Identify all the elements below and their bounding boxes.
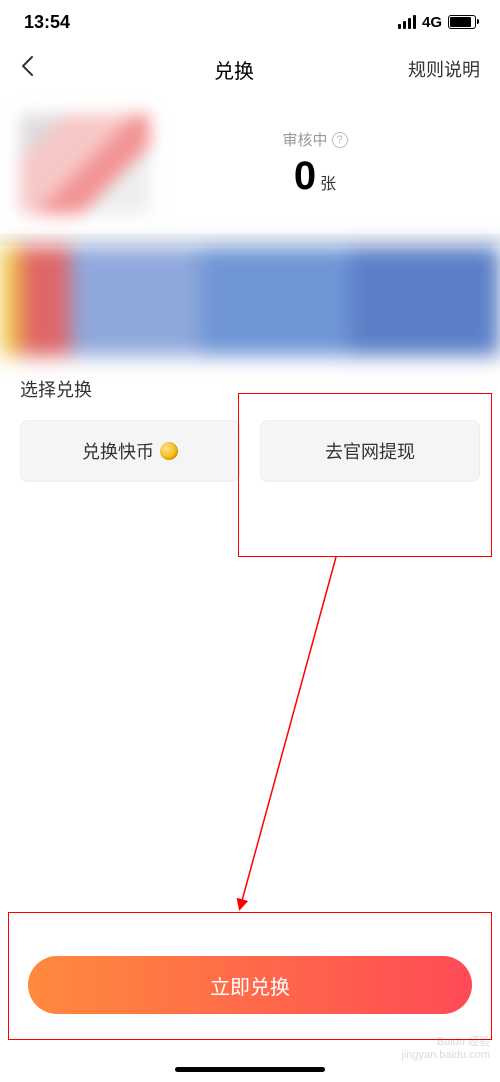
withdraw-button[interactable]: 去官网提现 bbox=[260, 420, 480, 482]
status-right: 4G bbox=[398, 14, 476, 31]
ticket-count: 0 bbox=[294, 154, 316, 199]
exchange-section: 选择兑换 兑换快币 去官网提现 bbox=[0, 356, 500, 502]
signal-icon bbox=[398, 15, 416, 29]
watermark: Baidu 经验 jingyan.baidu.com bbox=[401, 1036, 490, 1062]
coin-icon bbox=[160, 442, 178, 460]
status-time: 13:54 bbox=[24, 12, 70, 33]
watermark-line2: jingyan.baidu.com bbox=[401, 1049, 490, 1062]
watermark-line1: Baidu 经验 bbox=[401, 1036, 490, 1049]
ticket-unit: 张 bbox=[320, 170, 336, 194]
withdraw-label: 去官网提现 bbox=[325, 438, 415, 464]
battery-icon bbox=[448, 15, 476, 29]
account-stats: 审核中 ? 0 张 bbox=[150, 129, 480, 199]
home-indicator bbox=[175, 1067, 325, 1072]
exchange-now-button[interactable]: 立即兑换 bbox=[28, 956, 472, 1014]
rules-link[interactable]: 规则说明 bbox=[408, 56, 480, 82]
network-label: 4G bbox=[422, 14, 442, 31]
help-icon[interactable]: ? bbox=[332, 132, 348, 148]
account-card: 审核中 ? 0 张 bbox=[0, 94, 500, 234]
status-bar: 13:54 4G bbox=[0, 0, 500, 44]
review-status-text: 审核中 bbox=[282, 129, 327, 150]
section-title: 选择兑换 bbox=[20, 376, 480, 402]
review-status[interactable]: 审核中 ? bbox=[150, 129, 480, 150]
avatar bbox=[20, 114, 150, 214]
section-divider bbox=[0, 234, 500, 246]
chevron-left-icon bbox=[20, 55, 34, 77]
promo-banner[interactable] bbox=[0, 246, 500, 356]
nav-bar: 兑换 规则说明 bbox=[0, 44, 500, 94]
page-title: 兑换 bbox=[214, 55, 254, 84]
back-button[interactable] bbox=[20, 55, 60, 84]
exchange-coin-label: 兑换快币 bbox=[82, 438, 154, 464]
exchange-coin-button[interactable]: 兑换快币 bbox=[20, 420, 240, 482]
